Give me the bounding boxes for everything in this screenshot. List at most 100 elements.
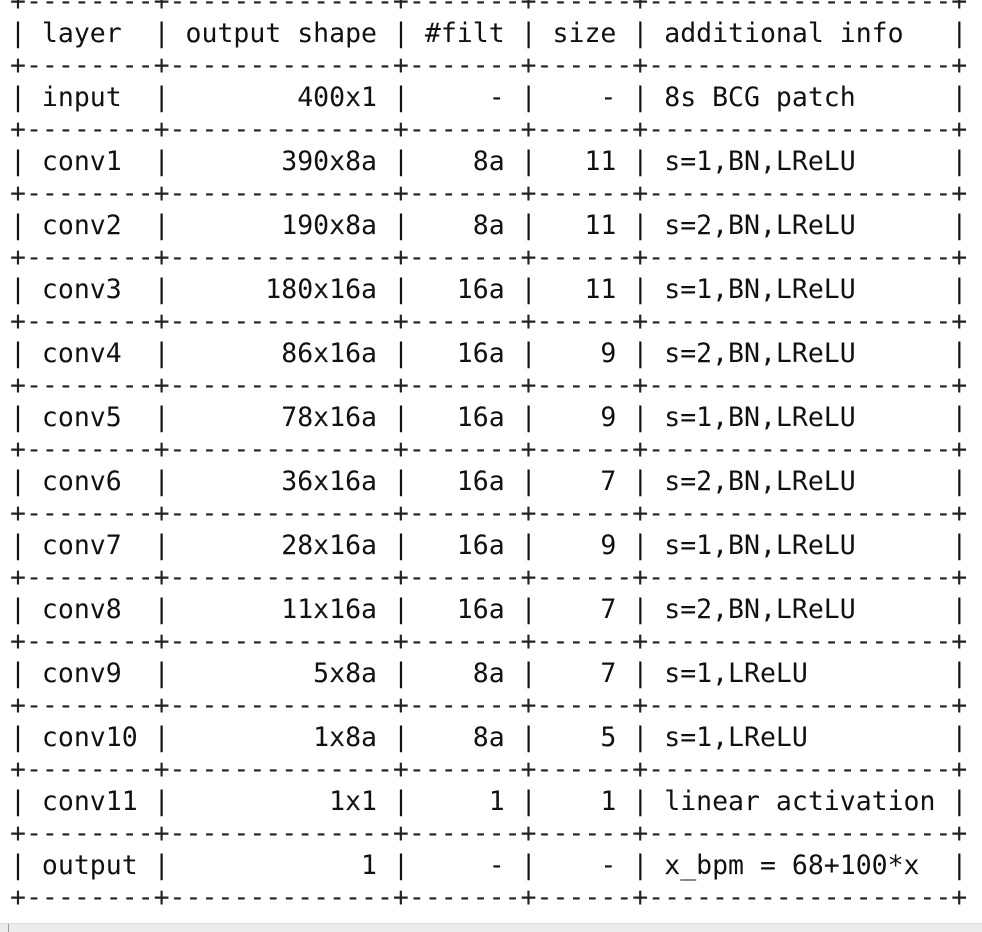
table-cell: 16a [408, 530, 521, 561]
table-cell: conv2 [25, 210, 154, 241]
table-cell: 86x16a [169, 338, 393, 369]
table-cell: input [25, 82, 154, 113]
table-cell: linear activation [648, 786, 952, 817]
table-cell: 1 [536, 786, 633, 817]
table-cell: conv3 [25, 274, 154, 305]
table-cell: 1x1 [169, 786, 393, 817]
table-cell: conv10 [25, 722, 154, 753]
table-cell: - [536, 850, 633, 881]
table-row: | conv8 | 11x16a | 16a | 7 | s=2,BN,LReL… [10, 594, 968, 625]
table-cell: 8a [408, 146, 521, 177]
table-cell: 1 [408, 786, 521, 817]
table-separator: +--------+--------------+-------+------+… [10, 626, 968, 657]
table-cell: s=2,BN,LReLU [648, 594, 952, 625]
table-separator: +--------+--------------+-------+------+… [10, 50, 968, 81]
table-cell: 7 [536, 466, 633, 497]
table-cell: 16a [408, 338, 521, 369]
table-separator: +--------+--------------+-------+------+… [10, 242, 968, 273]
table-separator: +--------+--------------+-------+------+… [10, 0, 968, 17]
table-cell: conv9 [25, 658, 154, 689]
table-cell: 190x8a [169, 210, 393, 241]
table-cell: output [25, 850, 154, 881]
table-cell: s=1,LReLU [648, 658, 952, 689]
table-separator: +--------+--------------+-------+------+… [10, 370, 968, 401]
table-cell: 8a [408, 658, 521, 689]
table-row: | conv2 | 190x8a | 8a | 11 | s=2,BN,LReL… [10, 210, 968, 241]
table-row: | conv3 | 180x16a | 16a | 11 | s=1,BN,LR… [10, 274, 968, 305]
table-cell: 78x16a [169, 402, 393, 433]
table-cell: 11 [536, 146, 633, 177]
header-cell: #filt [408, 18, 521, 49]
table-cell: x_bpm = 68+100*x [648, 850, 952, 881]
table-row: | conv10 | 1x8a | 8a | 5 | s=1,LReLU | [10, 722, 968, 753]
table-cell: 8s BCG patch [648, 82, 952, 113]
table-row: | conv7 | 28x16a | 16a | 9 | s=1,BN,LReL… [10, 530, 968, 561]
table-cell: 16a [408, 466, 521, 497]
table-separator: +--------+--------------+-------+------+… [10, 754, 968, 785]
table-cell: s=1,LReLU [648, 722, 952, 753]
table-row: | output | 1 | - | - | x_bpm = 68+100*x … [10, 850, 968, 881]
table-cell: 16a [408, 402, 521, 433]
table-separator: +--------+--------------+-------+------+… [10, 434, 968, 465]
table-cell: s=1,BN,LReLU [648, 274, 952, 305]
table-header: | layer | output shape | #filt | size | … [10, 18, 968, 49]
table-cell: 9 [536, 338, 633, 369]
table-cell: conv8 [25, 594, 154, 625]
table-row: | conv4 | 86x16a | 16a | 9 | s=2,BN,LReL… [10, 338, 968, 369]
table-cell: 8a [408, 210, 521, 241]
table-row: | conv9 | 5x8a | 8a | 7 | s=1,LReLU | [10, 658, 968, 689]
header-cell: size [536, 18, 633, 49]
table-cell: s=1,BN,LReLU [648, 530, 952, 561]
table-cell: 7 [536, 594, 633, 625]
table-cell: conv7 [25, 530, 154, 561]
table-cell: 11x16a [169, 594, 393, 625]
table-cell: 7 [536, 658, 633, 689]
table-cell: 11 [536, 274, 633, 305]
table-separator: +--------+--------------+-------+------+… [10, 178, 968, 209]
table-separator: +--------+--------------+-------+------+… [10, 562, 968, 593]
table-cell: 5 [536, 722, 633, 753]
table-cell: 16a [408, 594, 521, 625]
table-cell: 8a [408, 722, 521, 753]
table-separator: +--------+--------------+-------+------+… [10, 306, 968, 337]
table-cell: 1 [169, 850, 393, 881]
table-cell: s=2,BN,LReLU [648, 466, 952, 497]
table-cell: - [408, 850, 521, 881]
table-cell: 16a [408, 274, 521, 305]
table-cell: - [536, 82, 633, 113]
table-cell: s=2,BN,LReLU [648, 338, 952, 369]
table-separator: +--------+--------------+-------+------+… [10, 498, 968, 529]
table-cell: 1x8a [169, 722, 393, 753]
table-row: | input | 400x1 | - | - | 8s BCG patch | [10, 82, 968, 113]
table-cell: 11 [536, 210, 633, 241]
table-cell: 180x16a [169, 274, 393, 305]
table-row: | conv6 | 36x16a | 16a | 7 | s=2,BN,LReL… [10, 466, 968, 497]
table-separator: +--------+--------------+-------+------+… [10, 690, 968, 721]
table-cell: 390x8a [169, 146, 393, 177]
table-cell: conv1 [25, 146, 154, 177]
table-cell: s=1,BN,LReLU [648, 146, 952, 177]
table-cell: 36x16a [169, 466, 393, 497]
table-row: | conv1 | 390x8a | 8a | 11 | s=1,BN,LReL… [10, 146, 968, 177]
table-row: | conv5 | 78x16a | 16a | 9 | s=1,BN,LReL… [10, 402, 968, 433]
table-separator: +--------+--------------+-------+------+… [10, 882, 968, 913]
table-cell: 9 [536, 530, 633, 561]
table-cell: conv5 [25, 402, 154, 433]
header-cell: layer [25, 18, 154, 49]
table-cell: conv6 [25, 466, 154, 497]
table-separator: +--------+--------------+-------+------+… [10, 114, 968, 145]
table-cell: s=2,BN,LReLU [648, 210, 952, 241]
table-separator: +--------+--------------+-------+------+… [10, 818, 968, 849]
table-cell: - [408, 82, 521, 113]
table-cell: 28x16a [169, 530, 393, 561]
table-cell: 400x1 [169, 82, 393, 113]
header-cell: output shape [169, 18, 393, 49]
table-cell: 9 [536, 402, 633, 433]
table-cell: s=1,BN,LReLU [648, 402, 952, 433]
table-cell: conv4 [25, 338, 154, 369]
table-cell: conv11 [25, 786, 154, 817]
architecture-table: +--------+--------------+-------+------+… [10, 0, 967, 914]
table-row: | conv11 | 1x1 | 1 | 1 | linear activati… [10, 786, 968, 817]
table-cell: 5x8a [169, 658, 393, 689]
header-cell: additional info [648, 18, 952, 49]
